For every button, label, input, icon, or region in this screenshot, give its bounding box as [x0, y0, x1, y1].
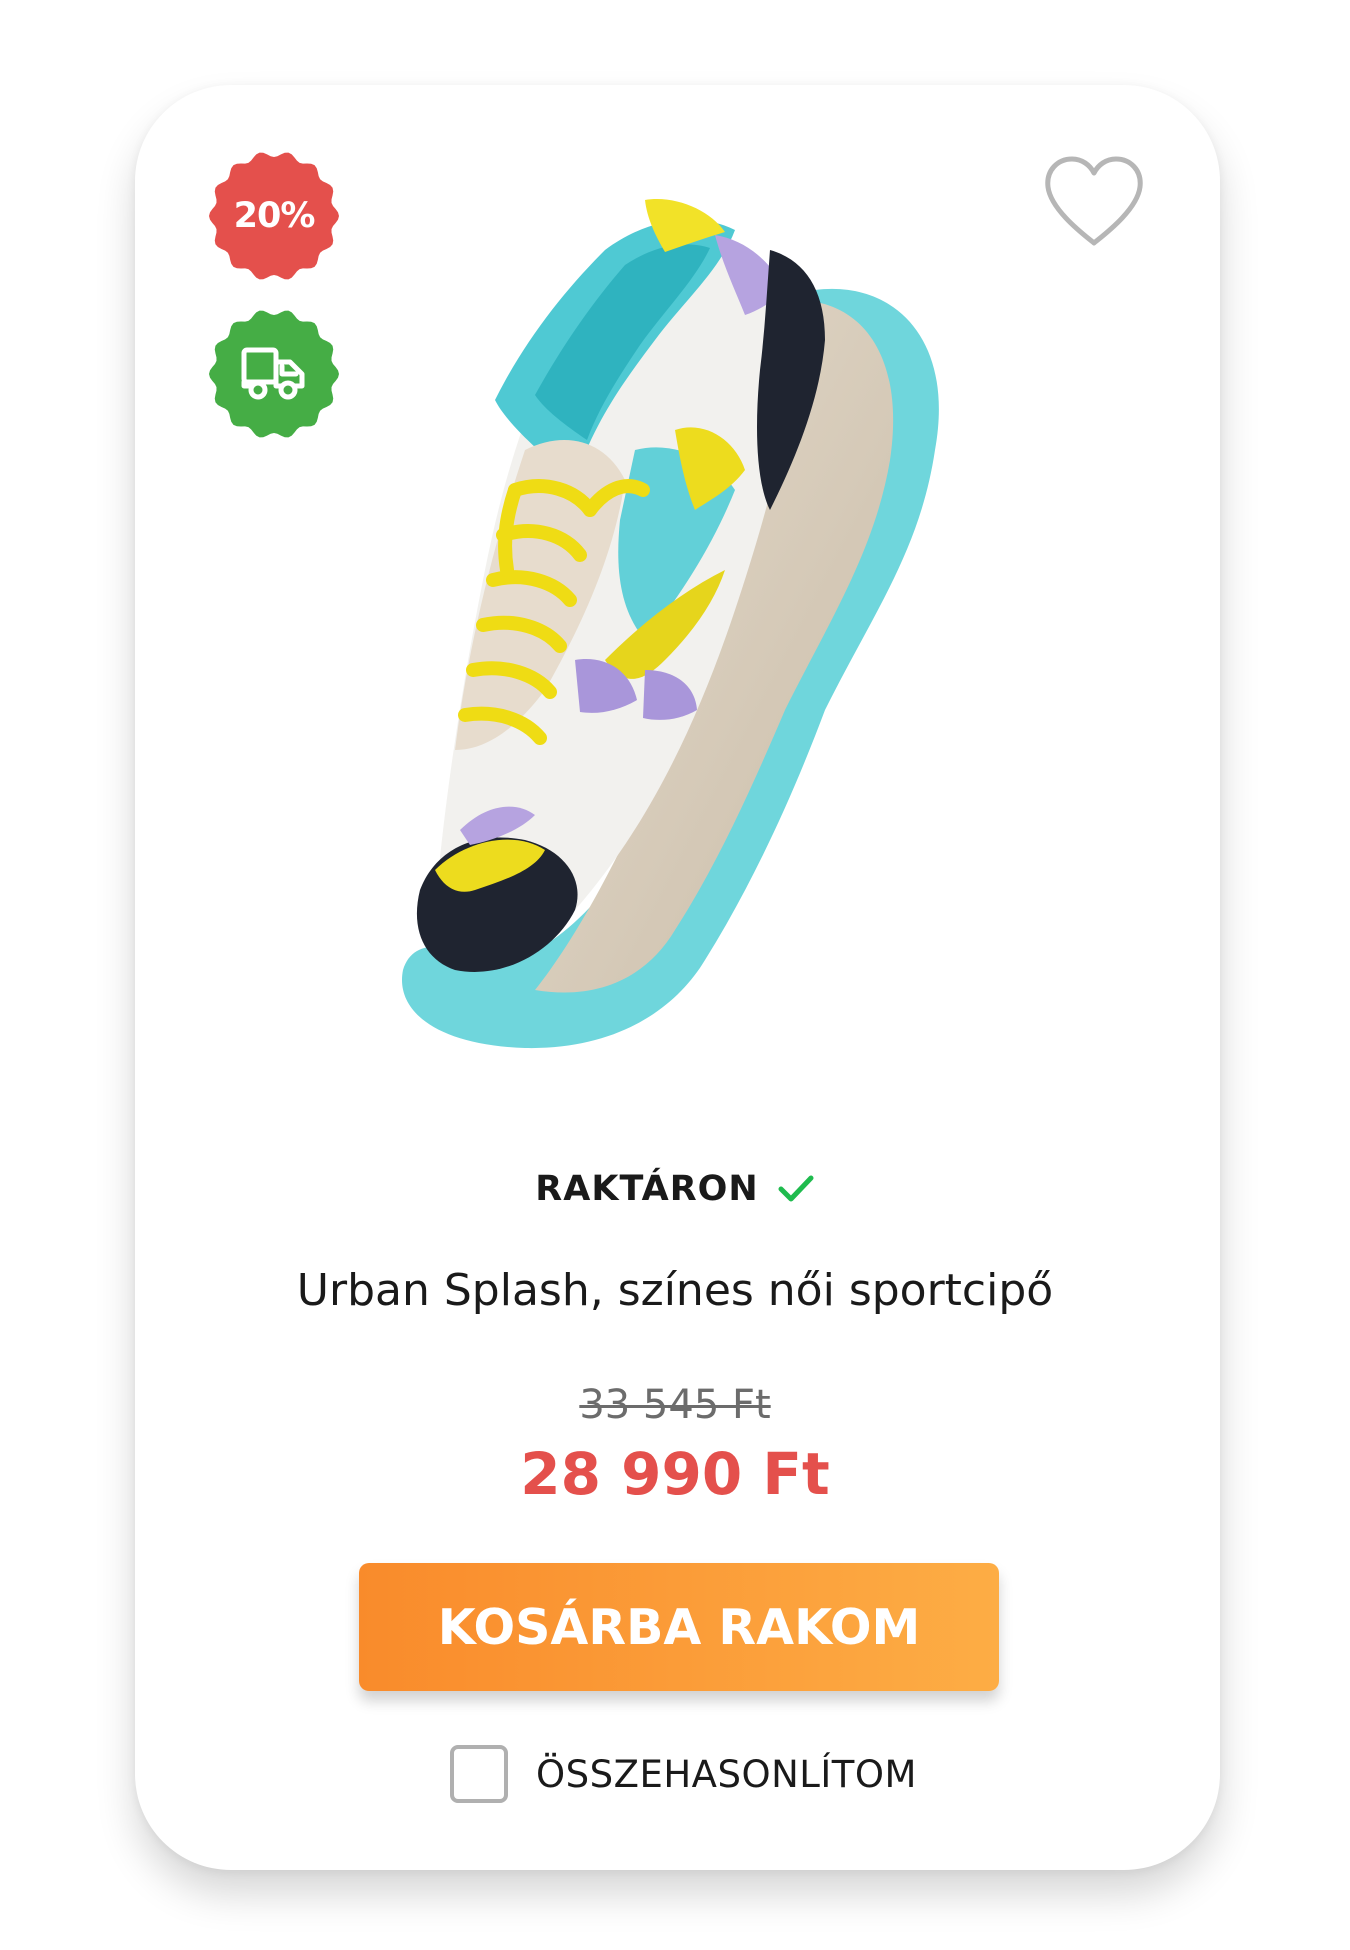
- discount-badge-label: 20%: [233, 196, 316, 236]
- heart-icon: [1045, 156, 1143, 246]
- add-to-cart-button[interactable]: KOSÁRBA RAKOM: [359, 1563, 999, 1691]
- checkmark-icon: [778, 1175, 814, 1202]
- wishlist-button[interactable]: [1043, 155, 1145, 249]
- original-price: 33 545 Ft: [579, 1382, 771, 1428]
- compare-label: ÖSSZEHASONLÍTOM: [536, 1752, 917, 1796]
- delivery-truck-icon: [241, 347, 305, 400]
- free-shipping-badge: [208, 308, 340, 440]
- product-title[interactable]: Urban Splash, színes női sportcipő: [0, 1265, 1350, 1316]
- sneaker-illustration: [402, 199, 939, 1049]
- compare-toggle[interactable]: ÖSSZEHASONLÍTOM: [450, 1742, 917, 1806]
- stock-status: RAKTÁRON: [0, 1162, 1350, 1216]
- product-image[interactable]: [375, 190, 1035, 1090]
- discount-badge: 20%: [208, 150, 340, 282]
- stock-status-label: RAKTÁRON: [535, 1169, 759, 1209]
- sale-price: 28 990 Ft: [520, 1440, 830, 1508]
- compare-checkbox[interactable]: [450, 1745, 508, 1803]
